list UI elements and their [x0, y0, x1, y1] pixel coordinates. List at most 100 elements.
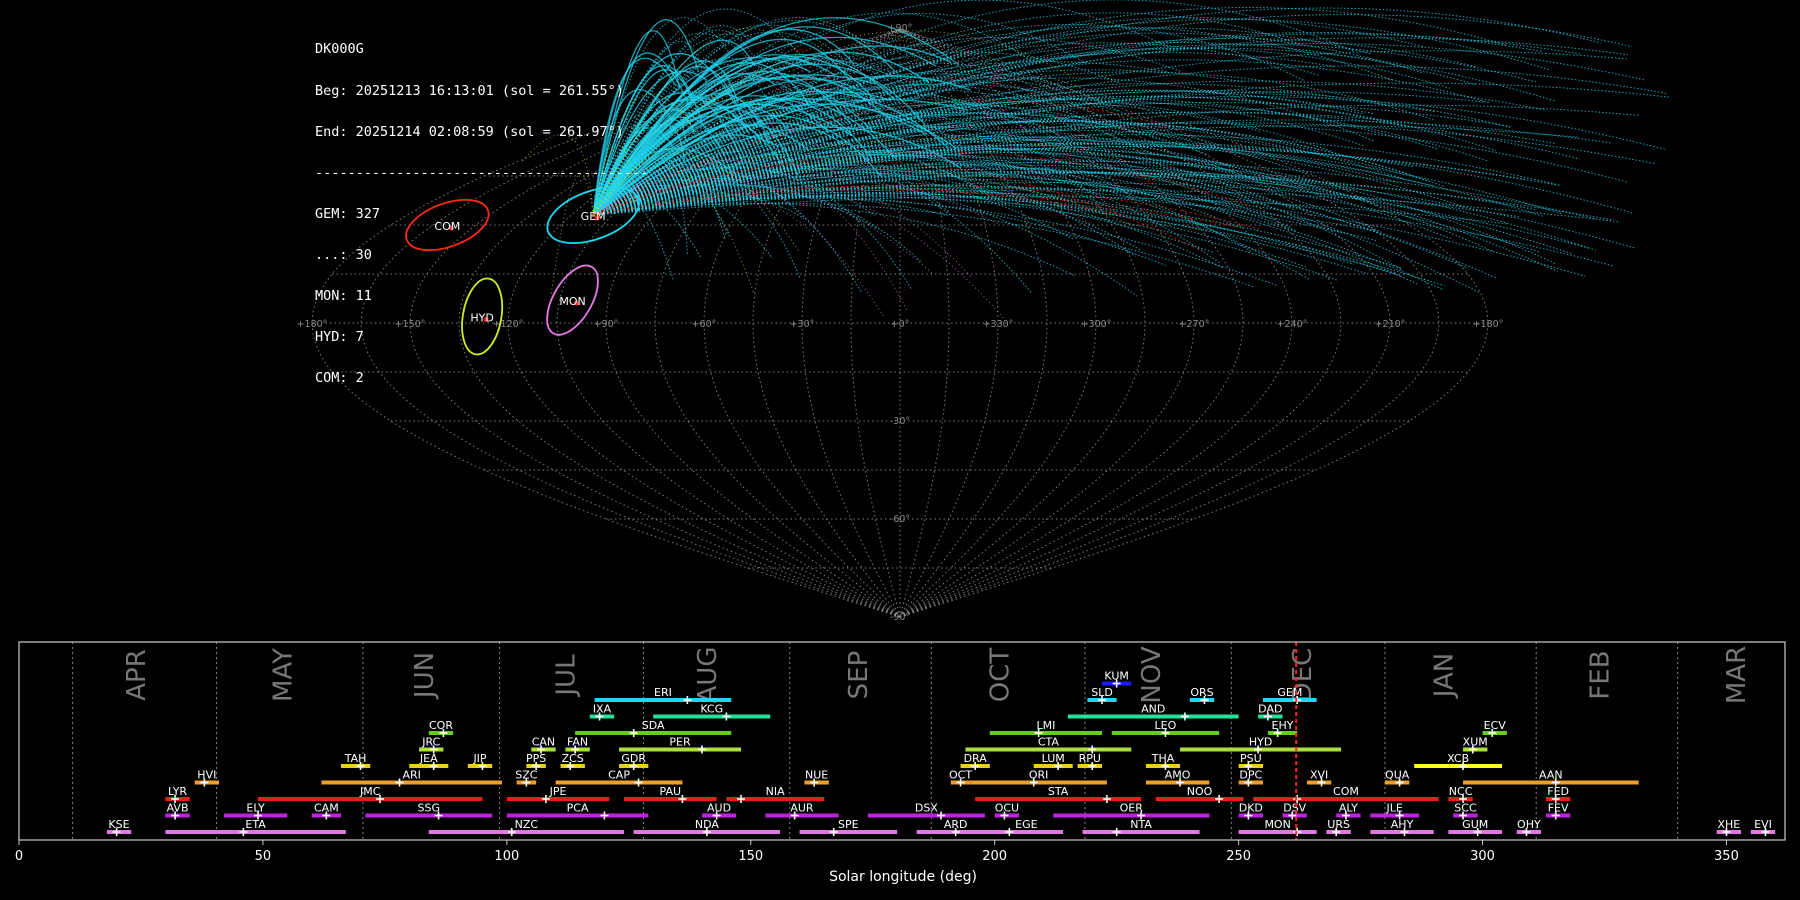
longitude-label: +210°	[1375, 319, 1406, 330]
shower-jip: JIP	[467, 752, 493, 770]
shower-label: FED	[1547, 785, 1569, 798]
shower-label: OHY	[1517, 818, 1541, 831]
meteor-trail	[593, 196, 1398, 274]
shower-rpu: RPU	[1077, 752, 1103, 770]
shower-nia: NIA	[726, 785, 824, 803]
shower-label: LUM	[1042, 752, 1065, 765]
shower-gdr: GDR	[619, 752, 649, 770]
shower-label: EVI	[1754, 818, 1772, 831]
shower-sta: STA	[975, 785, 1142, 803]
shower-aur: AUR	[765, 802, 839, 820]
shower-label: THA	[1151, 752, 1175, 765]
shower-label: ORI	[1029, 769, 1049, 782]
shower-xcb: XCB	[1414, 752, 1503, 770]
shower-label: EGE	[1015, 818, 1037, 831]
shower-xhe: XHE	[1716, 818, 1742, 836]
month-label: JUL	[551, 654, 581, 698]
shower-ely: ELY	[223, 802, 288, 820]
shower-label: ECV	[1484, 719, 1507, 732]
x-tick-label: 150	[738, 849, 763, 864]
shower-kcg: KCG	[653, 703, 771, 721]
shower-label: ELY	[246, 802, 265, 815]
x-tick-label: 300	[1470, 849, 1495, 864]
x-tick-label: 100	[494, 849, 519, 864]
shower-label: PSU	[1240, 752, 1262, 765]
month-label: MAR	[1722, 646, 1752, 704]
shower-label: SDA	[642, 719, 665, 732]
station-id: DK000G	[315, 41, 364, 58]
longitude-label: +0°	[891, 319, 910, 330]
count-hyd: HYD: 7	[315, 329, 364, 346]
shower-label: SPE	[838, 818, 859, 831]
shower-aly: ALY	[1336, 802, 1361, 820]
shower-label: JIP	[472, 752, 486, 765]
shower-label: SZC	[515, 769, 538, 782]
longitude-label: +30°	[790, 319, 815, 330]
shower-label: PCA	[567, 802, 589, 815]
shower-jpe: JPE	[506, 785, 610, 803]
shower-label: SSG	[418, 802, 441, 815]
shower-cam: CAM	[311, 802, 341, 820]
shower-lyr: LYR	[165, 785, 190, 803]
month-label: JAN	[1430, 653, 1460, 699]
shower-cap: CAP	[555, 769, 683, 787]
shower-ahy: AHY	[1370, 818, 1434, 836]
shower-label: PPS	[526, 752, 546, 765]
shower-label: STA	[1048, 785, 1069, 798]
shower-ocu: OCU	[994, 802, 1020, 820]
x-tick-label: 0	[15, 849, 23, 864]
shower-label: NZC	[515, 818, 539, 831]
shower-com: COM	[1253, 785, 1439, 803]
shower-label: TAH	[344, 752, 367, 765]
shower-timeline: APR MAY JUN JUL AUG SEP OCT NOV DEC JAN FEB MAR KUM…	[15, 641, 1786, 885]
shower-cta: CTA	[965, 736, 1132, 754]
shower-label: AVB	[167, 802, 189, 815]
shower-label: NUE	[805, 769, 828, 782]
shower-oer: OER	[1053, 802, 1210, 820]
shower-nda: NDA	[633, 818, 781, 836]
shower-jle: JLE	[1370, 802, 1420, 820]
longitude-label: +60°	[692, 319, 717, 330]
shower-dsx: DSX	[867, 802, 985, 820]
shower-noo: NOO	[1155, 785, 1244, 803]
meteor-trail	[593, 187, 1615, 267]
shower-mon: MON	[1238, 818, 1317, 836]
shower-psu: PSU	[1238, 752, 1264, 770]
meridian-line	[899, 28, 1342, 618]
shower-label: GEM	[1277, 686, 1302, 699]
x-tick-label: 350	[1714, 849, 1739, 864]
shower-scc: SCC	[1453, 802, 1478, 820]
timeline-xlabel: Solar longitude (deg)	[829, 869, 977, 885]
month-label: FEB	[1586, 650, 1616, 699]
station-info: DK000G Beg: 20251213 16:13:01 (sol = 261…	[315, 16, 648, 400]
longitude-label: +300°	[1081, 319, 1112, 330]
timeline-axis: 0 50 100 150 200 250 300 350	[15, 840, 1739, 864]
shower-ard: ARD	[916, 818, 995, 836]
shower-label: AUR	[790, 802, 814, 815]
count-gem: GEM: 327	[315, 205, 381, 222]
shower-label: DKD	[1239, 802, 1263, 815]
x-tick-label: 200	[982, 849, 1007, 864]
shower-aud: AUD	[701, 802, 737, 820]
shower-label: AMO	[1165, 769, 1191, 782]
shower-zcs: ZCS	[560, 752, 585, 770]
shower-label: PER	[669, 736, 691, 749]
shower-label: XCB	[1447, 752, 1469, 765]
shower-per: PER	[619, 736, 742, 754]
shower-label: NDA	[695, 818, 720, 831]
shower-label: COR	[429, 719, 453, 732]
shower-label: NCC	[1449, 785, 1473, 798]
shower-dpc: DPC	[1238, 769, 1264, 787]
latitude-label: -60°	[890, 514, 910, 525]
shower-label: JRC	[421, 736, 440, 749]
shower-label: JPE	[549, 785, 567, 798]
month-label: JUN	[410, 652, 440, 700]
shower-szc: SZC	[515, 769, 538, 787]
count-com: COM: 2	[315, 370, 364, 387]
shower-label: JEA	[419, 752, 438, 765]
shower-urs: URS	[1326, 818, 1351, 836]
shower-label: XHE	[1718, 818, 1741, 831]
shower-fed: FED	[1545, 785, 1571, 803]
month-label: AUG	[693, 647, 723, 704]
shower-evi: EVI	[1750, 818, 1776, 836]
